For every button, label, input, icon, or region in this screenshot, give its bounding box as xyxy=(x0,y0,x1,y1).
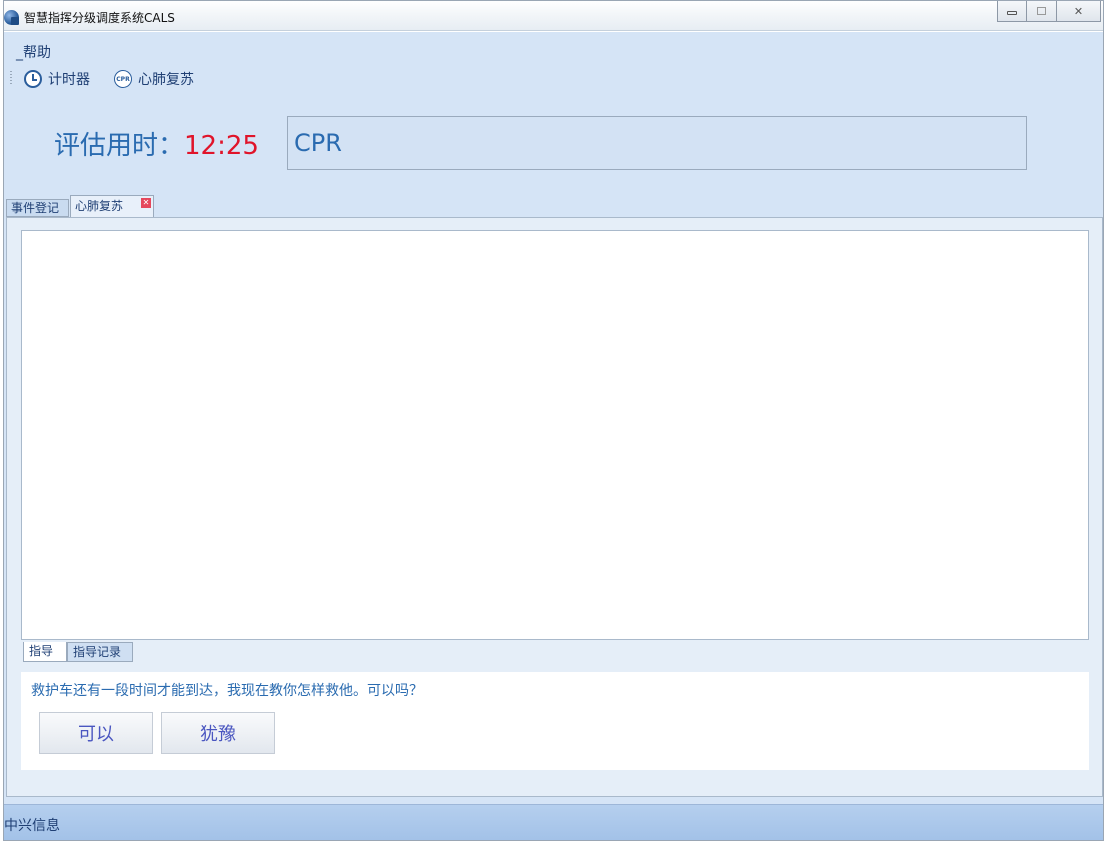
status-bar: 中兴信息 xyxy=(4,804,1103,840)
protocol-field: CPR xyxy=(287,116,1027,170)
assessment-label: 评估用时： xyxy=(54,131,185,161)
yes-button[interactable]: 可以 xyxy=(39,712,153,754)
window-controls: ✕ xyxy=(997,1,1101,23)
toolbar: 计时器 CPR 心肺复苏 xyxy=(4,67,1103,89)
cpr-panel: 指导 指导记录 救护车还有一段时间才能到达，我现在教你怎样救他。可以吗？ 可以 … xyxy=(6,217,1103,797)
app-logo-icon xyxy=(4,10,19,25)
hesitate-button[interactable]: 犹豫 xyxy=(161,712,275,754)
cpr-label: 心肺复苏 xyxy=(138,72,194,88)
timer-label: 计时器 xyxy=(48,72,90,88)
maximize-button[interactable] xyxy=(1027,1,1057,22)
tab-cpr-label: 心肺复苏 xyxy=(75,199,124,213)
tab-guide[interactable]: 指导 xyxy=(23,642,67,662)
menu-help[interactable]: _帮助 xyxy=(16,42,51,62)
toolbar-grip-handle[interactable] xyxy=(10,71,12,85)
timer-button[interactable]: 计时器 xyxy=(24,69,90,89)
question-panel: 救护车还有一段时间才能到达，我现在教你怎样救他。可以吗？ 可以 犹豫 xyxy=(21,672,1089,770)
app-window: 智慧指挥分级调度系统CALS ✕ _帮助 计时器 CPR 心肺复苏 评估用时：1… xyxy=(3,0,1104,841)
clock-icon xyxy=(24,70,42,88)
title-bar[interactable]: 智慧指挥分级调度系统CALS ✕ xyxy=(4,1,1103,31)
close-button[interactable]: ✕ xyxy=(1057,1,1101,22)
tab-events[interactable]: 事件登记 xyxy=(6,199,69,217)
client-area: _帮助 计时器 CPR 心肺复苏 评估用时：12:25 CPR 事件登记 心肺复… xyxy=(4,32,1103,840)
assessment-time-value: 12:25 xyxy=(184,131,259,161)
minimize-button[interactable] xyxy=(997,1,1027,22)
cpr-button[interactable]: CPR 心肺复苏 xyxy=(114,69,194,89)
tab-guide-record[interactable]: 指导记录 xyxy=(67,642,133,662)
protocol-name: CPR xyxy=(294,129,342,157)
tab-cpr[interactable]: 心肺复苏 ✕ xyxy=(70,195,154,217)
window-title: 智慧指挥分级调度系统CALS xyxy=(24,11,175,25)
close-icon: ✕ xyxy=(1073,4,1084,18)
cpr-icon: CPR xyxy=(114,70,132,88)
maximize-icon xyxy=(1037,7,1046,15)
question-text: 救护车还有一段时间才能到达，我现在教你怎样救他。可以吗？ xyxy=(31,683,423,699)
tab-close-icon[interactable]: ✕ xyxy=(141,198,151,208)
menu-bar: _帮助 xyxy=(4,32,1103,62)
company-name: 中兴信息 xyxy=(4,818,60,834)
assessment-time-display: 评估用时：12:25 xyxy=(54,130,259,162)
minimize-icon xyxy=(1007,11,1017,15)
guide-content-area xyxy=(21,230,1089,640)
